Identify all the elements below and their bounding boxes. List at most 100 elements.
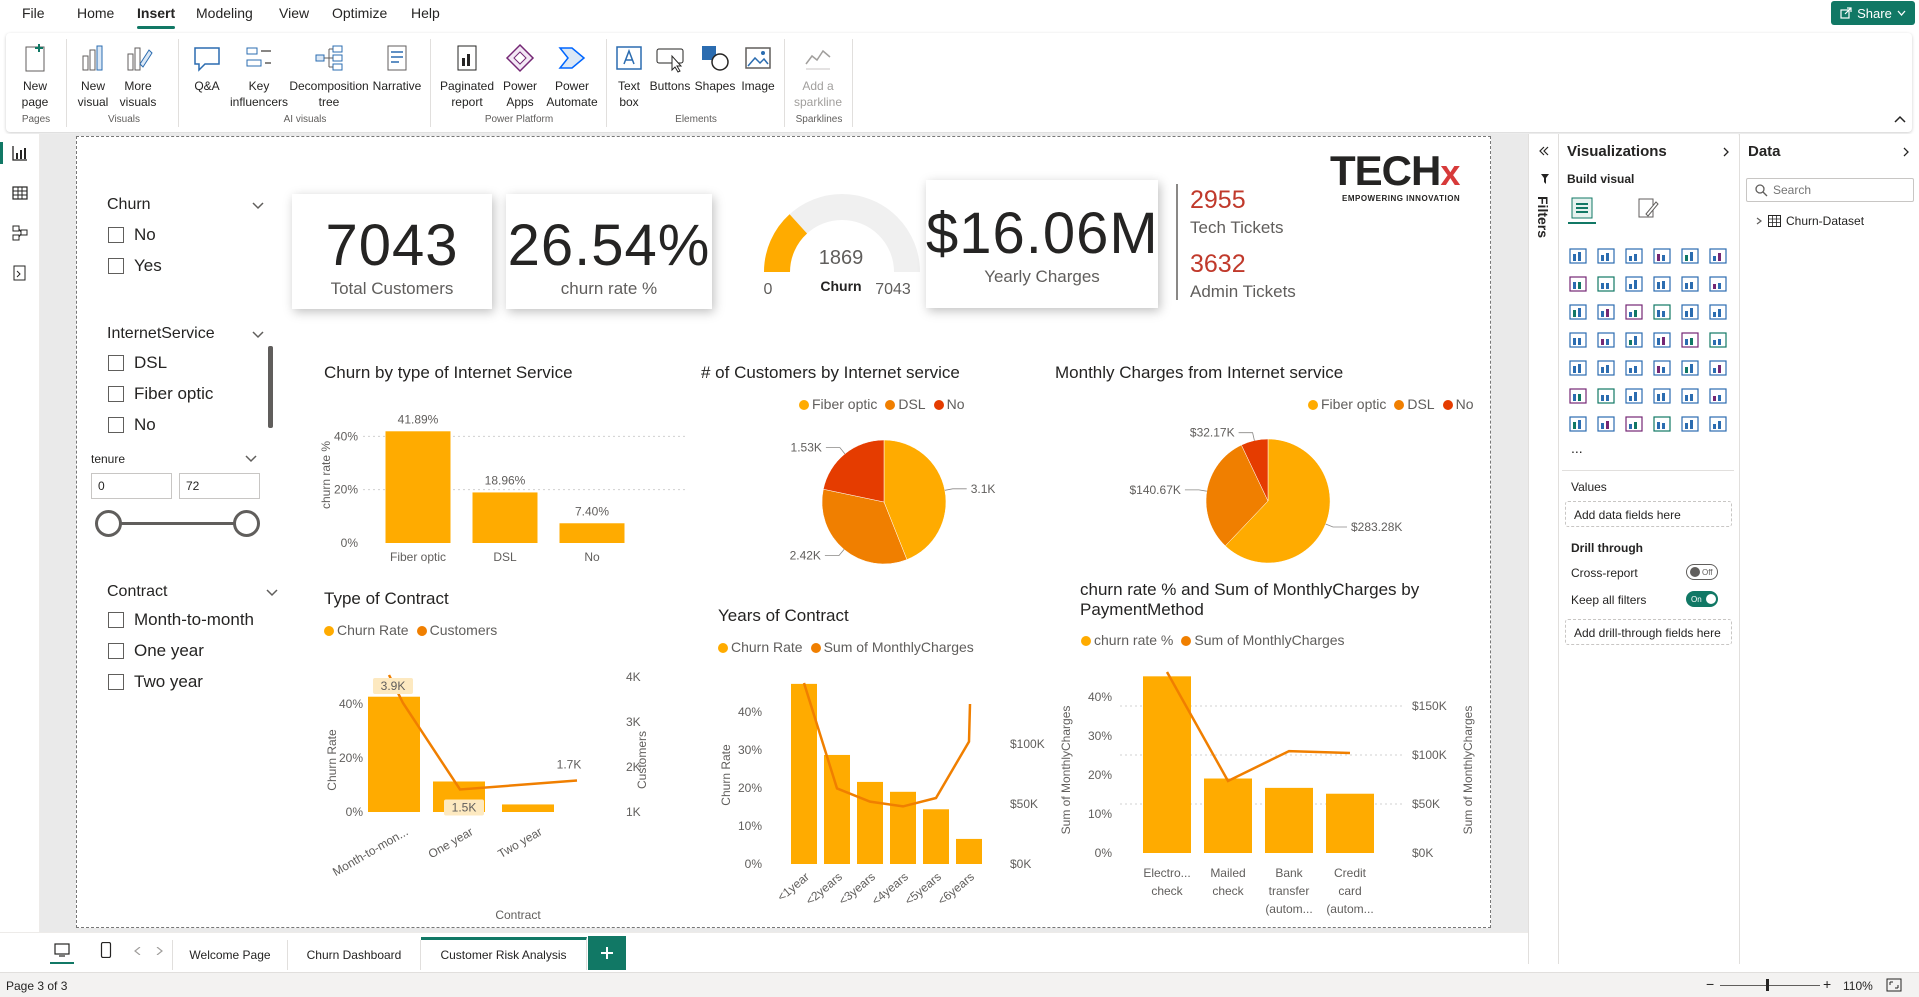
decomposition-tree-button[interactable]: Decomposition tree xyxy=(289,42,369,110)
payment-method-chart[interactable]: Sum of MonthlyCharges Sum of MonthlyCharg… xyxy=(1050,660,1500,925)
chevron-down-icon[interactable] xyxy=(252,202,264,210)
slicer-churn-option[interactable]: Yes xyxy=(108,256,162,276)
donut-icon[interactable] xyxy=(1708,302,1728,322)
diamond-icon[interactable] xyxy=(1680,414,1700,434)
cross-report-toggle[interactable]: Off xyxy=(1686,564,1718,580)
zoom-slider-handle[interactable] xyxy=(1766,979,1769,991)
table-icon[interactable] xyxy=(1652,358,1672,378)
values-drop-zone[interactable]: Add data fields here xyxy=(1565,501,1732,527)
r-visual-icon[interactable] xyxy=(1708,358,1728,378)
key-influencers-button[interactable]: Key influencers xyxy=(229,42,289,110)
slicer-icon[interactable] xyxy=(1624,358,1644,378)
slicer-contract-option[interactable]: Month-to-month xyxy=(108,610,254,630)
menu-optimize[interactable]: Optimize xyxy=(332,5,387,21)
slicer-contract-option[interactable]: One year xyxy=(108,641,204,661)
data-search-input[interactable] xyxy=(1773,181,1909,199)
keep-filters-toggle[interactable]: On xyxy=(1686,591,1718,607)
new-visual-button[interactable]: New visual xyxy=(74,42,112,110)
chevron-right-icon[interactable] xyxy=(1721,147,1731,157)
slicer-internet-option[interactable]: No xyxy=(108,415,156,435)
decomposition-icon[interactable] xyxy=(1624,386,1644,406)
drill-through-drop-zone[interactable]: Add drill-through fields here xyxy=(1565,619,1732,645)
waterfall-icon[interactable] xyxy=(1596,302,1616,322)
power-automate-icon[interactable] xyxy=(1624,414,1644,434)
matrix-icon[interactable] xyxy=(1680,358,1700,378)
scatter-icon[interactable] xyxy=(1652,302,1672,322)
zoom-slider[interactable] xyxy=(1720,985,1820,986)
shapes-button[interactable]: Shapes xyxy=(694,42,736,94)
power-apps-icon[interactable] xyxy=(1596,414,1616,434)
chevron-down-icon[interactable] xyxy=(252,331,264,339)
narrative-icon[interactable] xyxy=(1680,386,1700,406)
filled-map-icon[interactable] xyxy=(1624,330,1644,350)
tenure-slider-max-handle[interactable] xyxy=(233,510,260,537)
dataset-tree-item[interactable]: Churn-Dataset xyxy=(1755,214,1864,228)
menu-modeling[interactable]: Modeling xyxy=(196,5,253,21)
card-icon[interactable] xyxy=(1708,330,1728,350)
multi-row-card-icon[interactable] xyxy=(1568,358,1588,378)
goals-icon[interactable] xyxy=(1708,386,1728,406)
zoom-out-button[interactable]: − xyxy=(1706,976,1714,992)
pie-icon[interactable] xyxy=(1680,302,1700,322)
ribbon-icon[interactable] xyxy=(1568,302,1588,322)
100-column-icon[interactable] xyxy=(1708,246,1728,266)
funnel-icon[interactable] xyxy=(1624,302,1644,322)
tab-scroll-right-icon[interactable] xyxy=(156,947,163,955)
more-visuals-ellipsis[interactable]: ... xyxy=(1571,440,1583,456)
line-icon[interactable] xyxy=(1568,274,1588,294)
more-visuals-button[interactable]: More visuals xyxy=(114,42,162,110)
menu-insert[interactable]: Insert xyxy=(137,5,175,21)
clustered-bar-icon[interactable] xyxy=(1624,246,1644,266)
fit-to-page-icon[interactable] xyxy=(1886,978,1902,992)
checkbox[interactable] xyxy=(108,258,124,274)
kpi-icon[interactable] xyxy=(1596,358,1616,378)
data-search-box[interactable] xyxy=(1746,178,1914,202)
arrow-icon[interactable] xyxy=(1708,414,1728,434)
100-bar-icon[interactable] xyxy=(1680,246,1700,266)
format-visual-icon[interactable] xyxy=(1636,196,1660,220)
narrative-button[interactable]: Narrative xyxy=(370,42,424,94)
checkbox[interactable] xyxy=(108,643,124,659)
model-view-icon[interactable] xyxy=(11,224,29,242)
customers-pie-chart[interactable]: 3.1K 2.42K 1.53K xyxy=(770,420,1010,580)
expand-chevron-icon[interactable] xyxy=(1755,217,1763,225)
qa-button[interactable]: Q&A xyxy=(188,42,226,94)
tab-customer-risk-analysis[interactable]: Customer Risk Analysis xyxy=(421,937,587,970)
text-icon[interactable] xyxy=(1652,414,1672,434)
card-total-customers[interactable]: 7043 Total Customers xyxy=(292,194,492,309)
power-apps-button[interactable]: Power Apps xyxy=(498,42,542,110)
buttons-button[interactable]: Buttons xyxy=(648,42,692,94)
mobile-layout-icon[interactable] xyxy=(100,942,112,958)
paginated-icon[interactable] xyxy=(1568,414,1588,434)
menu-help[interactable]: Help xyxy=(411,5,440,21)
stacked-area-icon[interactable] xyxy=(1624,274,1644,294)
area-icon[interactable] xyxy=(1596,274,1616,294)
chevron-down-icon[interactable] xyxy=(245,455,257,463)
gauge-icon[interactable] xyxy=(1680,330,1700,350)
add-page-button[interactable] xyxy=(588,936,626,970)
power-automate-button[interactable]: Power Automate xyxy=(544,42,600,110)
map-icon[interactable] xyxy=(1596,330,1616,350)
checkbox[interactable] xyxy=(108,355,124,371)
tab-churn-dashboard[interactable]: Churn Dashboard xyxy=(288,940,421,970)
text-box-button[interactable]: Text box xyxy=(612,42,646,110)
new-page-button[interactable]: New page xyxy=(14,42,56,110)
checkbox[interactable] xyxy=(108,612,124,628)
add-sparkline-button[interactable]: Add a sparkline xyxy=(792,42,844,110)
menu-home[interactable]: Home xyxy=(77,5,114,21)
azure-map-icon[interactable] xyxy=(1652,330,1672,350)
slicer-internet-option[interactable]: Fiber optic xyxy=(108,384,213,404)
tenure-slider-track[interactable] xyxy=(108,522,248,525)
checkbox[interactable] xyxy=(108,417,124,433)
image-button[interactable]: Image xyxy=(738,42,778,94)
tenure-max-input[interactable]: 72 xyxy=(179,473,260,499)
churn-gauge[interactable]: 1869 Churn 0 7043 xyxy=(758,190,926,300)
clustered-column-icon[interactable] xyxy=(1596,246,1616,266)
churn-by-internet-chart[interactable]: churn rate % 0% 20% 40% 41.89% Fiber optic 18.… xyxy=(318,395,690,570)
tab-scroll-left-icon[interactable] xyxy=(134,947,141,955)
zoom-in-button[interactable]: + xyxy=(1823,976,1831,992)
slicer-churn-option[interactable]: No xyxy=(108,225,156,245)
contract-type-chart[interactable]: Churn Rate Customers0%20%40%1K2K3K4KMonth… xyxy=(318,640,693,930)
tab-welcome-page[interactable]: Welcome Page xyxy=(172,940,288,970)
filters-pane[interactable]: Filters xyxy=(1528,134,1558,964)
